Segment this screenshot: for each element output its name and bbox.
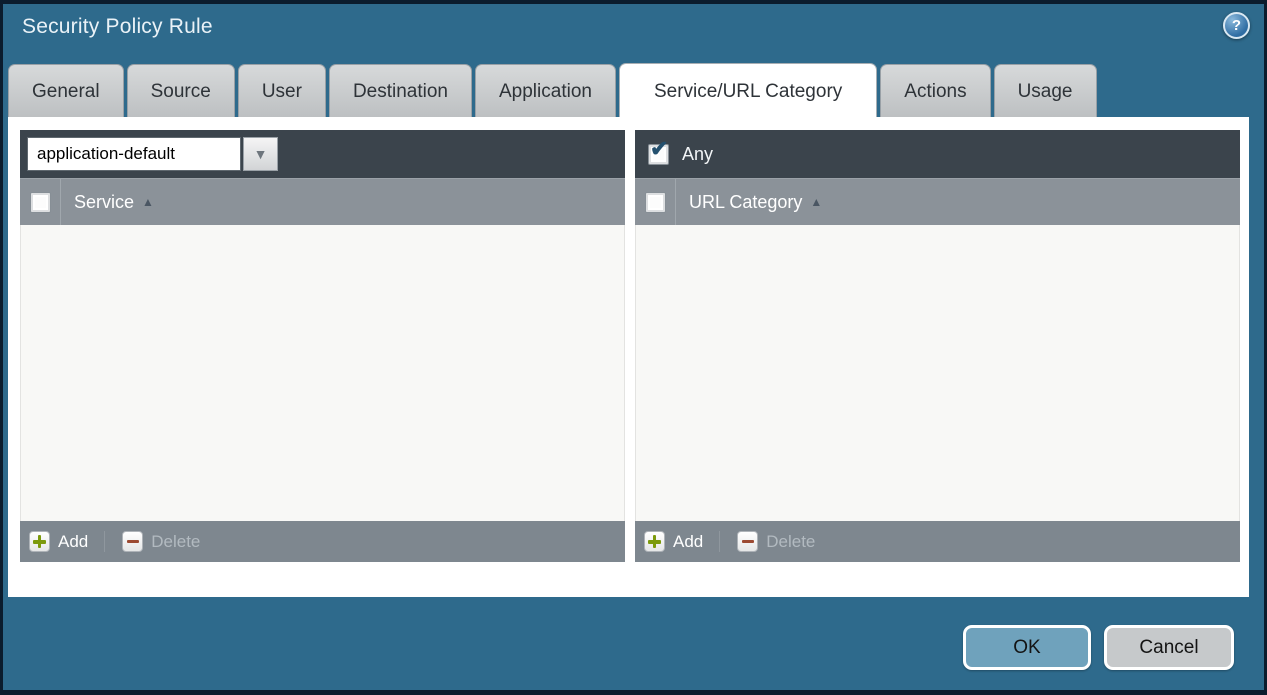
cancel-button[interactable]: Cancel (1104, 625, 1234, 670)
dropdown-arrow-icon[interactable]: ▼ (243, 137, 278, 171)
tab-service-url-category[interactable]: Service/URL Category (619, 63, 877, 117)
url-category-table-body[interactable] (635, 225, 1240, 521)
url-category-panel: ✔ Any URL Category ▲ Add (635, 130, 1240, 562)
service-topbar: application-default ▼ (20, 130, 625, 178)
tab-bar: General Source User Destination Applicat… (8, 64, 1097, 117)
tab-content-area: application-default ▼ Service ▲ Add (8, 117, 1249, 597)
url-category-delete-button[interactable]: Delete (719, 531, 815, 552)
url-category-topbar: ✔ Any (635, 130, 1240, 178)
delete-icon (122, 531, 143, 552)
service-panel: application-default ▼ Service ▲ Add (20, 130, 625, 562)
url-category-add-button[interactable]: Add (644, 531, 703, 552)
url-category-table-header: URL Category ▲ (635, 178, 1240, 225)
add-icon (29, 531, 50, 552)
url-category-select-all-checkbox[interactable] (645, 192, 666, 213)
tab-general[interactable]: General (8, 64, 124, 117)
tab-usage[interactable]: Usage (994, 64, 1097, 117)
service-select-all-checkbox[interactable] (30, 192, 51, 213)
ok-button[interactable]: OK (963, 625, 1091, 670)
add-icon (644, 531, 665, 552)
help-icon[interactable]: ? (1223, 12, 1250, 39)
tab-application[interactable]: Application (475, 64, 616, 117)
any-row: ✔ Any (642, 144, 713, 165)
dialog-title: Security Policy Rule (22, 15, 213, 39)
check-icon: ✔ (650, 138, 668, 160)
url-category-footer: Add Delete (635, 521, 1240, 562)
any-label: Any (682, 144, 713, 165)
tab-user[interactable]: User (238, 64, 326, 117)
tab-destination[interactable]: Destination (329, 64, 472, 117)
dialog-action-buttons: OK Cancel (963, 625, 1234, 670)
service-table-header: Service ▲ (20, 178, 625, 225)
service-add-button[interactable]: Add (29, 531, 88, 552)
url-category-column-header[interactable]: URL Category ▲ (689, 192, 822, 213)
tab-source[interactable]: Source (127, 64, 235, 117)
sort-asc-icon: ▲ (142, 196, 154, 208)
sort-asc-icon: ▲ (810, 196, 822, 208)
delete-icon (737, 531, 758, 552)
service-footer: Add Delete (20, 521, 625, 562)
any-checkbox[interactable]: ✔ (648, 144, 669, 165)
service-delete-button[interactable]: Delete (104, 531, 200, 552)
service-table-body[interactable] (20, 225, 625, 521)
service-column-header[interactable]: Service ▲ (74, 192, 154, 213)
tab-actions[interactable]: Actions (880, 64, 990, 117)
service-type-dropdown[interactable]: application-default ▼ (27, 137, 278, 171)
service-type-value[interactable]: application-default (27, 137, 241, 171)
